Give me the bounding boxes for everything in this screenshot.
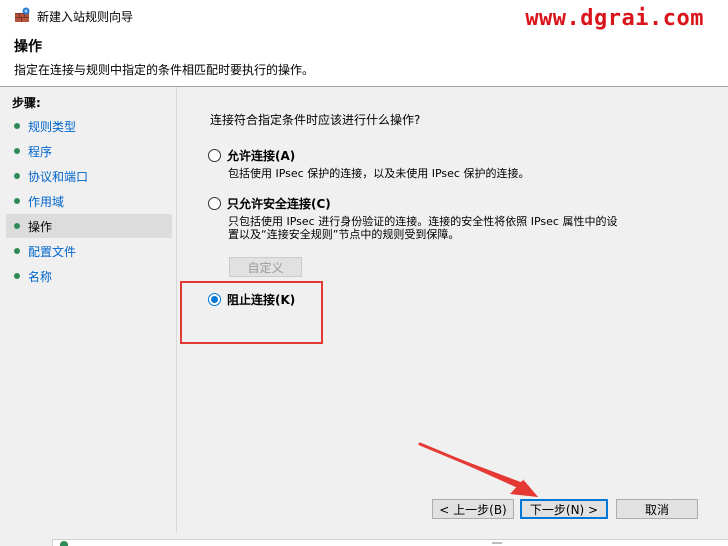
- next-button[interactable]: 下一步(N) >: [520, 499, 608, 519]
- option-description: 包括使用 IPsec 保护的连接，以及未使用 IPsec 保护的连接。: [228, 167, 530, 180]
- step-protocol-and-ports[interactable]: 协议和端口: [6, 164, 172, 188]
- step-label: 操作: [28, 219, 53, 234]
- step-bullet-icon: [14, 248, 20, 254]
- step-label: 程序: [28, 144, 53, 159]
- step-action[interactable]: 操作: [6, 214, 172, 238]
- window-title: 新建入站规则向导: [37, 10, 134, 24]
- divider: [492, 542, 502, 544]
- option-description-line-2: 置以及“连接安全规则”节点中的规则受到保障。: [228, 228, 460, 241]
- wizard-header: 操作 指定在连接与规则中指定的条件相匹配时要执行的操作。: [0, 30, 728, 86]
- steps-pane: 步骤: 规则类型 程序 协议和端口 作用域 操作 配置文件 名称: [0, 87, 177, 532]
- step-label: 作用域: [28, 194, 65, 209]
- allow-radio[interactable]: [208, 149, 221, 162]
- option-label[interactable]: 只允许安全连接(C): [227, 195, 331, 212]
- highlight-box: [180, 281, 323, 344]
- step-label: 规则类型: [28, 119, 77, 134]
- steps-heading: 步骤:: [12, 96, 41, 110]
- status-dot-icon: [60, 541, 68, 546]
- back-button[interactable]: < 上一步(B): [432, 499, 514, 519]
- page-description: 指定在连接与规则中指定的条件相匹配时要执行的操作。: [14, 63, 315, 77]
- cancel-button[interactable]: 取消: [616, 499, 698, 519]
- step-label: 协议和端口: [28, 169, 89, 184]
- action-question: 连接符合指定条件时应该进行什么操作?: [210, 113, 421, 127]
- step-bullet-icon: [14, 198, 20, 204]
- step-bullet-icon: [14, 173, 20, 179]
- option-allow-secure-connection[interactable]: 只允许安全连接(C): [208, 195, 331, 212]
- step-name[interactable]: 名称: [6, 264, 172, 288]
- option-allow-connection[interactable]: 允许连接(A): [208, 147, 295, 164]
- step-rule-type[interactable]: 规则类型: [6, 114, 172, 138]
- background-panel: [52, 539, 728, 546]
- step-bullet-icon: [14, 123, 20, 129]
- firewall-wizard-icon: [15, 7, 30, 22]
- background-window-edge: [0, 532, 728, 546]
- step-bullet-icon: [14, 273, 20, 279]
- step-profile[interactable]: 配置文件: [6, 239, 172, 263]
- page-title: 操作: [14, 39, 42, 55]
- step-label: 配置文件: [28, 244, 77, 259]
- step-bullet-icon: [14, 223, 20, 229]
- step-program[interactable]: 程序: [6, 139, 172, 163]
- step-label: 名称: [28, 269, 53, 284]
- option-label[interactable]: 允许连接(A): [227, 147, 295, 164]
- option-description-line-1: 只包括使用 IPsec 进行身份验证的连接。连接的安全性将依照 IPsec 属性…: [228, 215, 618, 228]
- step-bullet-icon: [14, 148, 20, 154]
- customize-button[interactable]: 自定义: [229, 257, 302, 277]
- step-scope[interactable]: 作用域: [6, 189, 172, 213]
- title-bar: 新建入站规则向导 www.dgrai.com: [0, 0, 728, 31]
- secure-radio[interactable]: [208, 197, 221, 210]
- watermark: www.dgrai.com: [525, 6, 704, 31]
